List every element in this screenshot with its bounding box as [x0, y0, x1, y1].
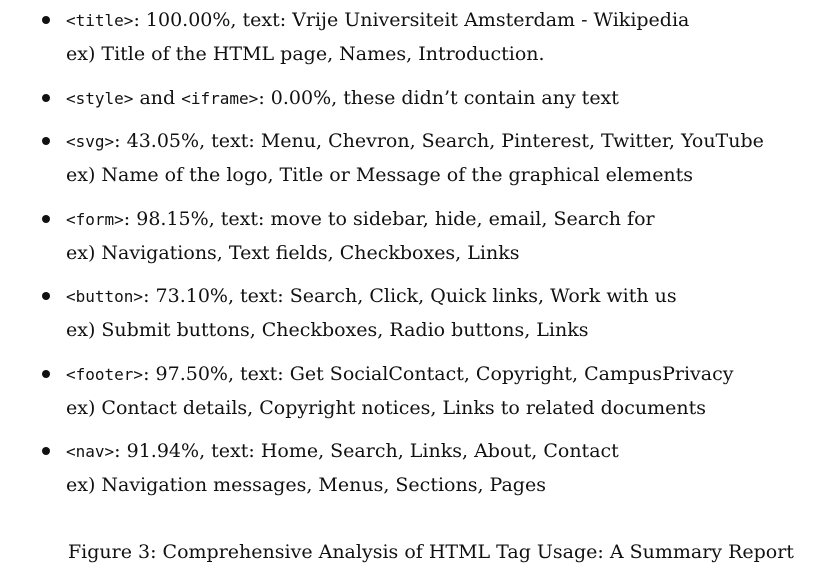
iframe-tag: <iframe> [181, 89, 259, 108]
title-summary: 100.00%, text: Vrije Universiteit Amster… [145, 9, 690, 31]
title-summary-line: <title>: 100.00%, text: Vrije Universite… [66, 7, 689, 33]
footer-summary: 97.50%, text: Get SocialContact, Copyrig… [155, 363, 734, 385]
svg-tag: <svg> [66, 132, 115, 151]
button-separator: : [143, 285, 156, 307]
form-example: ex) Navigations, Text fields, Checkboxes… [66, 242, 520, 264]
bullet-icon [42, 215, 50, 223]
footer-example: ex) Contact details, Copyright notices, … [66, 397, 706, 419]
svg-summary-line: <svg>: 43.05%, text: Menu, Chevron, Sear… [66, 128, 764, 154]
button-tag: <button> [66, 287, 144, 306]
nav-summary-line: <nav>: 91.94%, text: Home, Search, Links… [66, 438, 619, 464]
bullet-icon [42, 94, 50, 102]
form-summary-line: <form>: 98.15%, text: move to sidebar, h… [66, 206, 655, 232]
svg-example: ex) Name of the logo, Title or Message o… [66, 164, 694, 186]
bullet-icon [42, 447, 50, 455]
title-tag: <title> [66, 11, 134, 30]
style-iframe-separator: : [258, 87, 271, 109]
style-iframe-conjunction: and [133, 87, 182, 109]
form-summary: 98.15%, text: move to sidebar, hide, ema… [136, 208, 655, 230]
figure-caption: Figure 3: Comprehensive Analysis of HTML… [68, 541, 794, 563]
nav-separator: : [114, 440, 127, 462]
bullet-icon [42, 370, 50, 378]
form-tag: <form> [66, 210, 124, 229]
nav-tag: <nav> [66, 442, 115, 461]
footer-separator: : [143, 363, 156, 385]
bullet-icon [42, 292, 50, 300]
title-separator: : [133, 9, 146, 31]
svg-separator: : [114, 130, 127, 152]
button-summary: 73.10%, text: Search, Click, Quick links… [155, 285, 677, 307]
footer-tag: <footer> [66, 365, 144, 384]
figure-content: <title>: 100.00%, text: Vrije Universite… [0, 0, 828, 576]
nav-example: ex) Navigation messages, Menus, Sections… [66, 474, 546, 496]
style-iframe-summary: 0.00%, these didn’t contain any text [270, 87, 619, 109]
footer-summary-line: <footer>: 97.50%, text: Get SocialContac… [66, 361, 733, 387]
style-tag: <style> [66, 89, 134, 108]
button-summary-line: <button>: 73.10%, text: Search, Click, Q… [66, 283, 677, 309]
nav-summary: 91.94%, text: Home, Search, Links, About… [126, 440, 619, 462]
bullet-icon [42, 137, 50, 145]
button-example: ex) Submit buttons, Checkboxes, Radio bu… [66, 319, 589, 341]
svg-summary: 43.05%, text: Menu, Chevron, Search, Pin… [126, 130, 764, 152]
style-iframe-summary-line: <style> and <iframe>: 0.00%, these didn’… [66, 85, 619, 111]
bullet-icon [42, 16, 50, 24]
title-example: ex) Title of the HTML page, Names, Intro… [66, 43, 545, 65]
form-separator: : [123, 208, 137, 230]
